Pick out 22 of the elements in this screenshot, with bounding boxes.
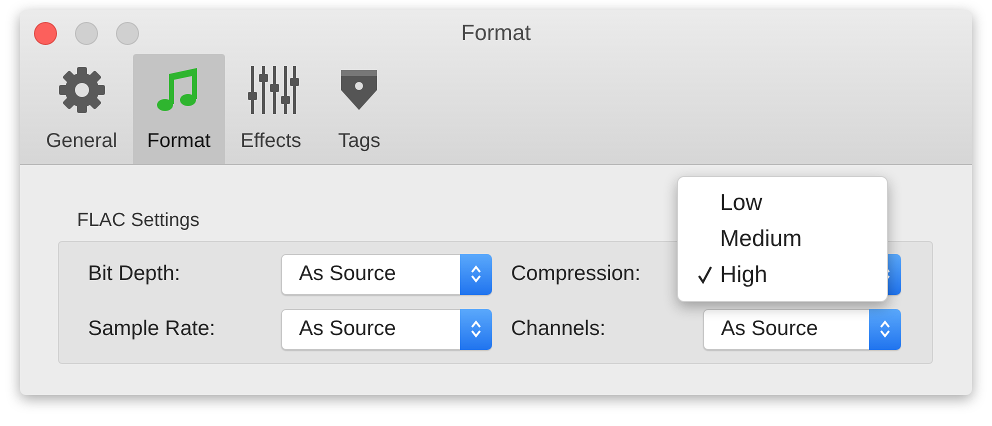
- popup-button[interactable]: As Source: [703, 308, 901, 350]
- toolbar-tab[interactable]: Effects: [226, 54, 316, 164]
- menu-item[interactable]: High: [678, 256, 887, 292]
- popup-button[interactable]: As Source: [281, 254, 492, 294]
- field-label: Sample Rate:: [88, 316, 216, 342]
- menu-item[interactable]: Medium: [678, 220, 887, 256]
- field-label: Bit Depth:: [88, 261, 182, 288]
- close-button[interactable]: [34, 22, 57, 45]
- popup-button[interactable]: As Source: [281, 308, 492, 350]
- field-label: Compression:: [511, 261, 642, 288]
- section-title: FLAC Settings: [76, 209, 200, 233]
- stepper-icon: [460, 308, 492, 350]
- toolbar-tab[interactable]: Tags: [317, 54, 402, 164]
- stepper-icon: [460, 254, 492, 294]
- minimize-button[interactable]: [75, 22, 98, 45]
- toolbar-tab[interactable]: General: [32, 54, 132, 164]
- field-label: Channels:: [511, 316, 607, 342]
- menu-item[interactable]: Low: [678, 184, 887, 220]
- window-title: Format: [461, 19, 531, 47]
- zoom-button[interactable]: [116, 22, 139, 45]
- stepper-icon: [869, 308, 901, 350]
- toolbar-tab[interactable]: Format: [133, 54, 224, 164]
